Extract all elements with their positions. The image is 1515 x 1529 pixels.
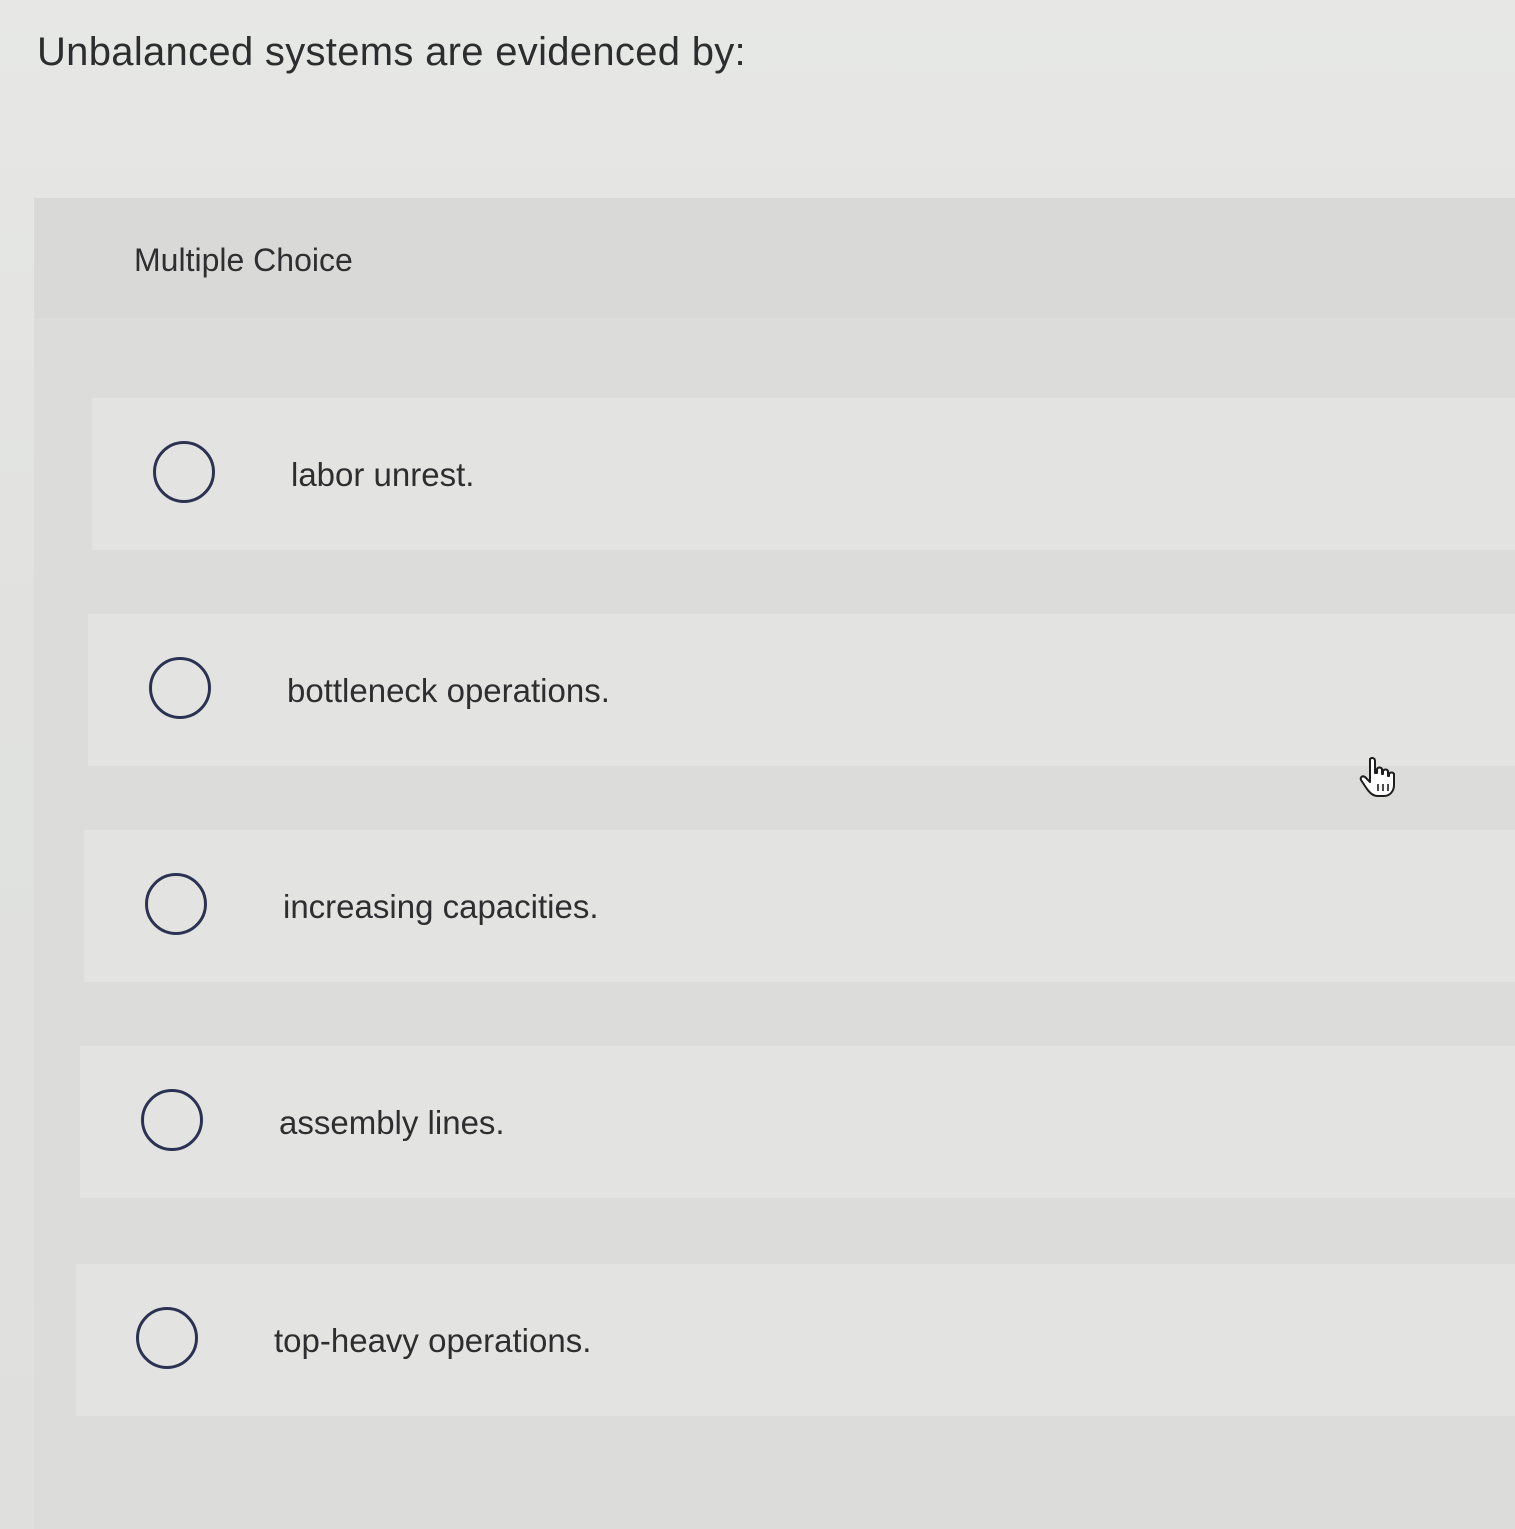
radio-unchecked-icon[interactable] bbox=[136, 1307, 198, 1369]
radio-unchecked-icon[interactable] bbox=[153, 441, 215, 503]
page: Unbalanced systems are evidenced by: Mul… bbox=[0, 0, 1515, 1529]
option-label: bottleneck operations. bbox=[287, 672, 610, 709]
option-label: labor unrest. bbox=[291, 456, 475, 493]
hand-pointer-icon bbox=[1359, 756, 1395, 797]
option-increasing-capacities[interactable]: increasing capacities. bbox=[84, 830, 1515, 982]
option-assembly-lines[interactable]: assembly lines. bbox=[80, 1046, 1515, 1198]
option-top-heavy-operations[interactable]: top-heavy operations. bbox=[76, 1264, 1515, 1416]
radio-unchecked-icon[interactable] bbox=[149, 657, 211, 719]
option-label: top-heavy operations. bbox=[274, 1322, 592, 1359]
option-bottleneck-operations[interactable]: bottleneck operations. bbox=[88, 614, 1515, 766]
option-label: assembly lines. bbox=[279, 1104, 505, 1141]
options-list: labor unrest. bottleneck operations. inc… bbox=[0, 0, 1515, 1529]
radio-unchecked-icon[interactable] bbox=[145, 873, 207, 935]
option-labor-unrest[interactable]: labor unrest. bbox=[92, 398, 1515, 550]
radio-unchecked-icon[interactable] bbox=[141, 1089, 203, 1151]
option-label: increasing capacities. bbox=[283, 888, 599, 925]
